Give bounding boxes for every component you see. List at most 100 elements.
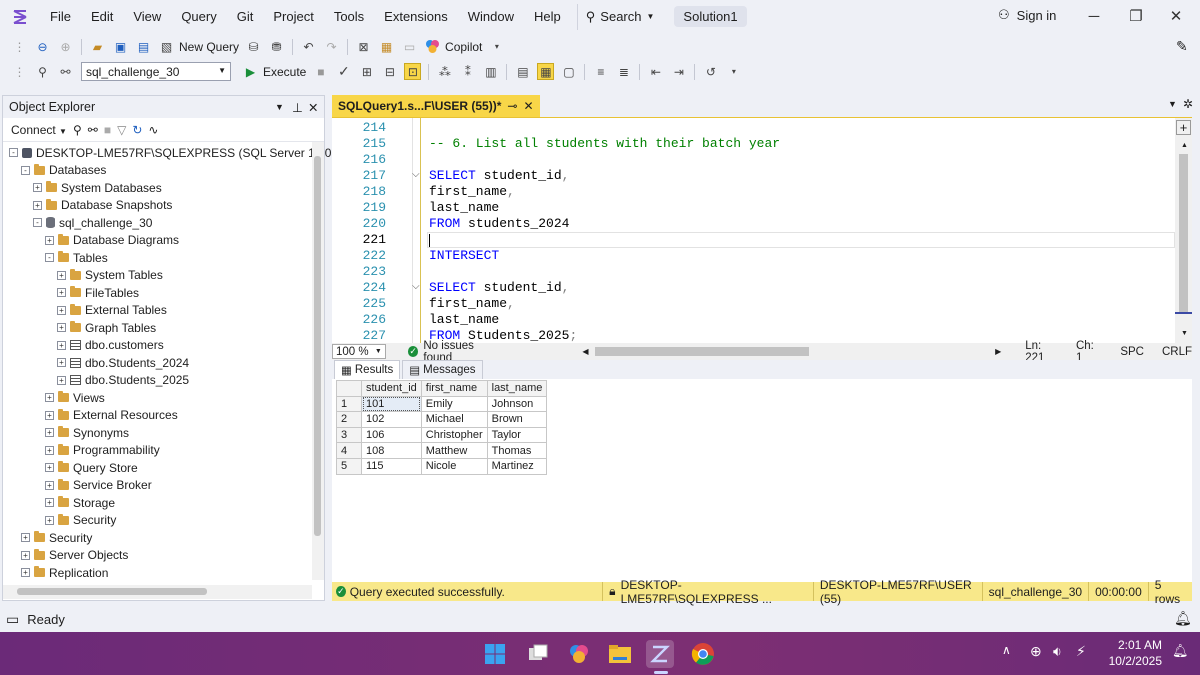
notifications-icon[interactable]: 🔔︎ — [1174, 610, 1192, 627]
scroll-up-icon[interactable]: ▲ — [1181, 142, 1188, 149]
menu-item-extensions[interactable]: Extensions — [374, 0, 458, 33]
tree-node[interactable]: + Storage — [45, 494, 115, 511]
collapse-icon[interactable]: - — [9, 148, 18, 157]
tree-node[interactable]: + Synonyms — [45, 424, 129, 441]
results-grid-toggle-icon[interactable]: ▦ — [537, 63, 555, 80]
tree-node[interactable]: + System Databases — [33, 179, 162, 196]
collapse-icon[interactable]: - — [45, 253, 54, 262]
grid-cell[interactable]: 106 — [361, 426, 422, 444]
scroll-left-icon[interactable]: ◀ — [582, 347, 588, 356]
grid-cell[interactable]: Thomas — [486, 442, 548, 459]
table-row[interactable]: 1 101 Emily Johnson — [336, 395, 548, 413]
collapse-icon[interactable]: - — [21, 165, 30, 175]
row-number[interactable]: 4 — [336, 442, 362, 459]
table-row[interactable]: 5 115 Nicole Martinez — [336, 457, 548, 475]
column-header[interactable]: student_id — [361, 380, 422, 397]
expand-icon[interactable]: + — [33, 200, 42, 210]
expand-icon[interactable]: + — [57, 305, 66, 315]
copilot-taskbar-icon[interactable] — [565, 640, 593, 668]
save-all-icon[interactable]: ▤ — [135, 38, 152, 55]
tree-node[interactable]: + Database Snapshots — [33, 197, 172, 214]
connect-icon[interactable]: ⚲ — [34, 63, 51, 80]
toolbar-overflow-icon[interactable]: ▾ — [725, 63, 742, 80]
tree-node[interactable]: + Programmability — [45, 442, 160, 459]
specify-values-icon[interactable]: ↺ — [702, 63, 719, 80]
copilot-button[interactable]: Copilot — [445, 40, 482, 54]
new-query-button[interactable]: New Query — [179, 40, 239, 54]
tree-node[interactable]: + dbo.Students_2024 — [57, 354, 189, 371]
tree-node[interactable]: - Tables — [45, 249, 108, 266]
analysis-query-icon[interactable]: ⛃ — [268, 38, 285, 55]
expand-icon[interactable]: + — [57, 323, 66, 332]
stop-icon[interactable]: ■ — [104, 123, 111, 137]
grid-cell[interactable]: Brown — [486, 411, 548, 428]
expand-icon[interactable]: + — [45, 445, 54, 455]
tree-node[interactable]: + Security — [21, 529, 92, 546]
language-icon[interactable]: ⊕ — [1030, 643, 1042, 660]
grid-cell[interactable]: 108 — [361, 442, 422, 459]
grid-cell[interactable]: 102 — [361, 411, 422, 428]
estimated-plan-icon[interactable]: ⊞ — [358, 63, 375, 80]
zoom-select[interactable]: 100 % ▼ — [332, 344, 386, 359]
connect-button[interactable]: Connect ▼ — [11, 123, 67, 137]
tree-node[interactable]: + Views — [45, 389, 105, 406]
expand-icon[interactable]: + — [21, 568, 30, 577]
close-panel-icon[interactable]: ✕ — [308, 100, 318, 115]
collapse-icon[interactable]: - — [33, 218, 42, 227]
tree-node[interactable]: + Service Broker — [45, 477, 152, 494]
tree-node[interactable]: - DESKTOP-LME57RF\SQLEXPRESS (SQL Server … — [9, 144, 361, 161]
expand-icon[interactable]: + — [57, 375, 66, 385]
parse-icon[interactable]: ✓ — [335, 63, 352, 80]
available-databases-select[interactable]: sql_challenge_30 ▼ — [81, 62, 231, 81]
search-button[interactable]: ⚲ Search ▼ — [576, 3, 663, 30]
template-icon[interactable]: ▭ — [401, 38, 418, 55]
pin-icon[interactable]: ⊸ — [507, 99, 517, 113]
expand-icon[interactable]: + — [21, 533, 30, 542]
tree-node[interactable]: + dbo.Students_2025 — [57, 372, 189, 389]
tree-node[interactable]: + External Resources — [45, 407, 178, 424]
expand-icon[interactable]: + — [33, 183, 42, 192]
expand-icon[interactable]: + — [57, 270, 66, 280]
scrollbar-thumb[interactable] — [1179, 154, 1188, 314]
menu-item-window[interactable]: Window — [458, 0, 524, 33]
menu-item-edit[interactable]: Edit — [81, 0, 123, 33]
tree-node[interactable]: - sql_challenge_30 — [33, 214, 152, 231]
windows-start-icon[interactable] — [481, 640, 509, 668]
file-explorer-icon[interactable] — [606, 640, 634, 668]
live-statistics-icon[interactable]: ⁑ — [459, 63, 476, 80]
execute-button[interactable]: Execute — [263, 65, 306, 79]
scroll-right-icon[interactable]: ▶ — [995, 347, 1001, 356]
tree-node[interactable]: + Replication — [21, 564, 108, 581]
increase-indent-icon[interactable]: ⇥ — [670, 63, 687, 80]
menu-item-help[interactable]: Help — [524, 0, 571, 33]
ssms-taskbar-icon[interactable] — [646, 640, 674, 668]
tree-horizontal-scrollbar[interactable] — [3, 585, 312, 599]
feedback-icon[interactable]: ✎ — [1176, 38, 1188, 55]
sign-in-button[interactable]: ⚇ Sign in — [998, 7, 1056, 23]
sql-editor[interactable]: 214 215 -- 6. List all students with their… — [332, 117, 1192, 344]
tab-messages[interactable]: ▤ Messages — [402, 360, 483, 379]
back-icon[interactable]: ⊖ — [34, 38, 51, 55]
copilot-icon[interactable] — [424, 38, 441, 55]
cancel-query-icon[interactable]: ■ — [312, 63, 329, 80]
tree-node[interactable]: + dbo.customers — [57, 337, 164, 354]
split-editor-icon[interactable]: + — [1176, 120, 1191, 135]
undo-icon[interactable]: ↶ — [300, 38, 317, 55]
menu-item-tools[interactable]: Tools — [324, 0, 374, 33]
editor-vertical-scrollbar[interactable]: + ▲ ▼ — [1175, 118, 1192, 344]
menu-item-project[interactable]: Project — [263, 0, 323, 33]
database-query-icon[interactable]: ⛁ — [245, 38, 262, 55]
open-file-icon[interactable]: ▰ — [89, 38, 106, 55]
expand-icon[interactable]: + — [45, 235, 54, 245]
activity-monitor-icon[interactable]: ⊠ — [355, 38, 372, 55]
minimize-button[interactable]: ─ — [1084, 6, 1104, 26]
tree-node[interactable]: + System Tables — [57, 267, 163, 284]
query-options-icon[interactable]: ⊟ — [381, 63, 398, 80]
filter-icon[interactable]: ▽ — [117, 123, 126, 137]
grid-cell[interactable]: Emily — [420, 395, 488, 413]
chrome-icon[interactable] — [689, 640, 717, 668]
disconnect-icon[interactable]: ⚯ — [88, 123, 98, 137]
properties-icon[interactable]: ▦ — [378, 38, 395, 55]
grid-cell[interactable]: Johnson — [486, 395, 548, 413]
scrollbar-thumb[interactable] — [17, 588, 207, 595]
